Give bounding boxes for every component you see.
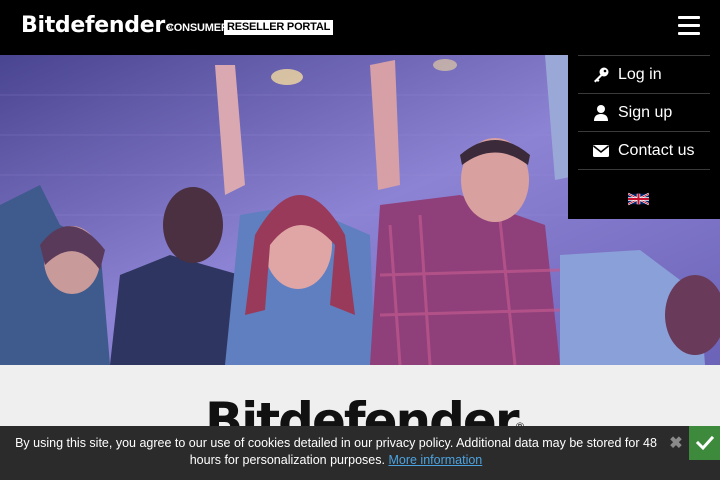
key-icon — [594, 67, 609, 83]
hamburger-menu-icon[interactable] — [676, 16, 702, 38]
menu-label-sign-up: Sign up — [618, 104, 673, 121]
menu-item-log-in[interactable]: Log in — [578, 55, 710, 93]
menu-label-log-in: Log in — [618, 66, 662, 83]
cookie-banner: By using this site, you agree to our use… — [0, 426, 720, 480]
uk-flag-icon[interactable] — [628, 192, 649, 206]
brand-name: Bitdefender — [21, 13, 165, 38]
user-icon — [594, 105, 608, 121]
cookie-message: By using this site, you agree to our use… — [10, 435, 662, 469]
brand-logo[interactable]: Bitdefender® — [21, 13, 173, 39]
site-header: Bitdefender® CONSUMER RESELLER PORTAL — [0, 0, 720, 55]
envelope-icon — [593, 145, 609, 157]
menu-item-contact-us[interactable]: Contact us — [578, 131, 710, 169]
menu-item-sign-up[interactable]: Sign up — [578, 93, 710, 131]
cookie-text: By using this site, you agree to our use… — [15, 436, 657, 467]
more-information-link[interactable]: More information — [388, 453, 482, 467]
menu-label-contact-us: Contact us — [618, 142, 695, 159]
checkmark-icon — [695, 435, 715, 451]
accept-cookies-button[interactable] — [689, 426, 720, 460]
reseller-portal-label: RESELLER PORTAL — [224, 20, 334, 35]
dropdown-menu: Log in Sign up Contact us — [568, 55, 720, 219]
consumer-label: CONSUMER — [166, 22, 229, 34]
close-icon[interactable]: ✖ — [667, 435, 685, 453]
language-selector — [578, 169, 710, 219]
